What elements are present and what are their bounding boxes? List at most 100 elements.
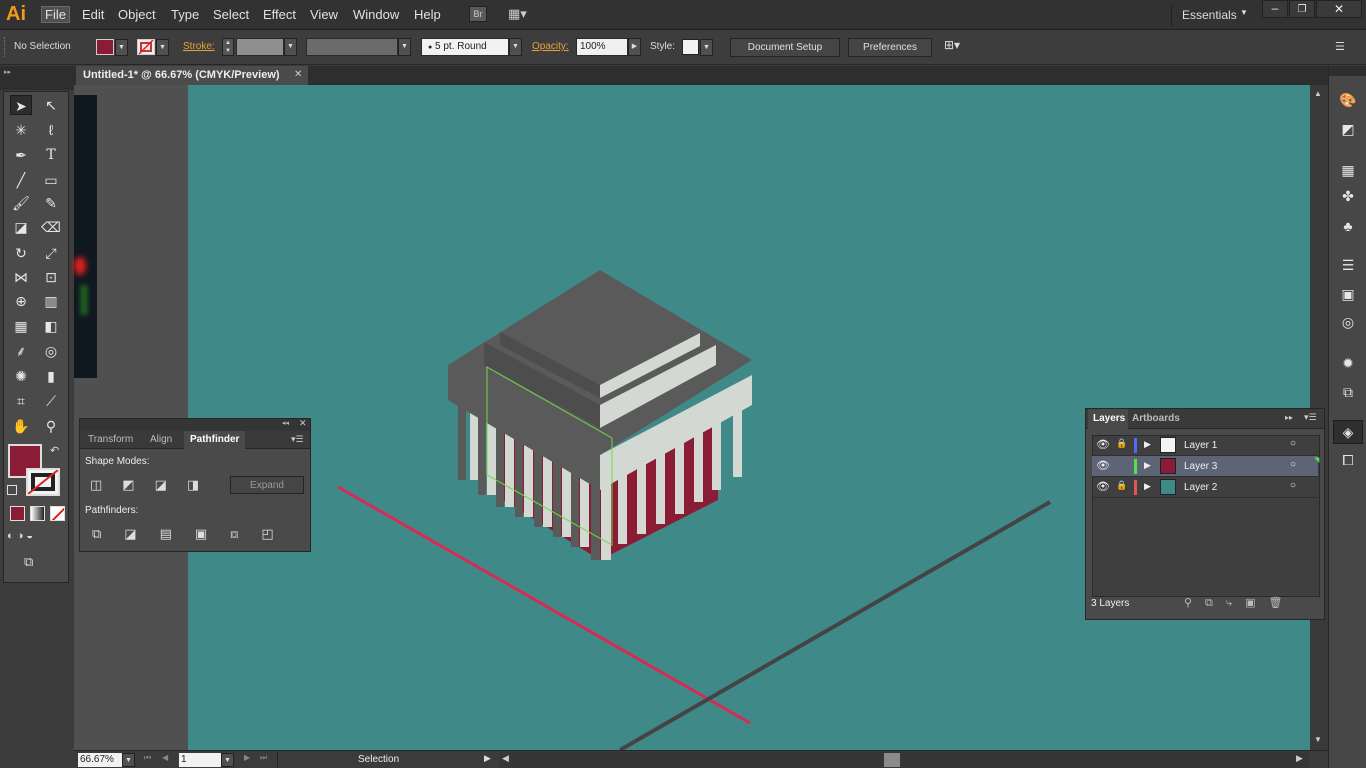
target-circle-icon[interactable]: ○ <box>1290 480 1296 491</box>
eyedropper-tool-icon[interactable]: ⸙ <box>10 341 32 361</box>
collapse-icon[interactable]: ▸▸ <box>1285 413 1293 422</box>
target-circle-icon[interactable]: ○ <box>1290 438 1296 449</box>
swatches-icon[interactable]: ▦ <box>1339 162 1357 178</box>
collapse-panel-icon[interactable]: ◂◂ <box>282 419 289 427</box>
bridge-button[interactable]: Br <box>469 6 487 22</box>
tab-artboards[interactable]: Artboards <box>1132 413 1180 424</box>
default-colors-icon[interactable] <box>7 485 17 495</box>
status-menu-icon[interactable]: ▶ <box>484 753 491 764</box>
gradient-panel-icon[interactable]: ▣ <box>1339 286 1357 302</box>
collapse-toolbox-icon[interactable]: ▸▸ <box>4 68 11 76</box>
visibility-eye-icon[interactable]: 👁 <box>1096 438 1110 451</box>
menu-edit[interactable]: Edit <box>82 7 104 22</box>
transparency-icon[interactable]: ◎ <box>1339 314 1357 330</box>
close-panel-icon[interactable]: ✕ <box>299 418 307 429</box>
selection-tool-icon[interactable]: ➤ <box>10 95 32 115</box>
close-window-button[interactable]: ✕ <box>1316 0 1362 18</box>
stroke-panel-icon[interactable]: ☰ <box>1339 257 1357 273</box>
layer-name[interactable]: Layer 1 <box>1184 440 1217 451</box>
none-mode-icon[interactable] <box>50 506 65 521</box>
color-icon[interactable]: ◩ <box>1339 121 1357 137</box>
arrange-documents-icon[interactable]: ▦▾ <box>508 6 536 22</box>
prev-artboard-icon[interactable]: ◀ <box>162 753 168 762</box>
lasso-tool-icon[interactable]: ℓ <box>40 120 62 140</box>
fill-dropdown[interactable]: ▼ <box>115 39 128 56</box>
swap-colors-icon[interactable]: ↶ <box>50 444 59 457</box>
profile-dropdown[interactable]: ▼ <box>398 38 411 56</box>
column-graph-tool-icon[interactable]: ▮ <box>40 366 62 386</box>
document-tab[interactable]: Untitled-1* @ 66.67% (CMYK/Preview) ✕ <box>76 66 308 85</box>
workspace-switcher[interactable]: Essentials <box>1182 8 1237 22</box>
gradient-tool-icon[interactable]: ◧ <box>40 316 62 336</box>
tab-pathfinder[interactable]: Pathfinder <box>184 431 246 449</box>
shape-builder-tool-icon[interactable]: ⊕ <box>10 291 32 311</box>
layers-menu-icon[interactable]: ▾☰ <box>1304 412 1317 423</box>
hand-tool-icon[interactable]: ✋ <box>10 416 32 436</box>
line-tool-icon[interactable]: ╱ <box>10 170 32 190</box>
width-tool-icon[interactable]: ⋈ <box>10 267 32 287</box>
free-transform-tool-icon[interactable]: ⊡ <box>40 267 62 287</box>
eraser-tool-icon[interactable]: ⌫ <box>40 217 62 237</box>
artboard-number-field[interactable]: 1 <box>179 753 221 767</box>
perspective-grid-tool-icon[interactable]: ▥ <box>40 291 62 311</box>
fill-swatch[interactable] <box>96 39 114 55</box>
stroke-color-box[interactable] <box>26 468 60 496</box>
expand-triangle-icon[interactable]: ▶ <box>1144 481 1151 492</box>
brush-dropdown[interactable]: ▼ <box>509 38 522 56</box>
menu-type[interactable]: Type <box>171 7 199 22</box>
layer-row[interactable]: 👁 🔒 ▶ Layer 1 ○ <box>1092 435 1318 456</box>
expand-button[interactable]: Expand <box>230 476 304 494</box>
slice-tool-icon[interactable]: ⟋ <box>40 391 62 411</box>
screen-mode-icon[interactable]: ⧉ <box>24 554 48 570</box>
mesh-tool-icon[interactable]: ▦ <box>10 316 32 336</box>
pencil-tool-icon[interactable]: ✎ <box>40 193 62 213</box>
gradient-mode-icon[interactable] <box>30 506 45 521</box>
visibility-eye-icon[interactable]: 👁 <box>1096 480 1110 493</box>
opacity-dropdown[interactable]: ▶ <box>628 38 641 56</box>
visibility-eye-icon[interactable]: 👁 <box>1096 459 1110 472</box>
align-options-icon[interactable]: ⊞▾ <box>944 38 974 56</box>
last-artboard-icon[interactable]: ⏭ <box>260 753 267 763</box>
rectangle-tool-icon[interactable]: ▭ <box>40 170 62 190</box>
document-setup-button[interactable]: Document Setup <box>730 38 840 57</box>
stroke-weight-field[interactable] <box>236 38 284 56</box>
control-menu-icon[interactable]: ☰ <box>1335 40 1345 53</box>
scale-tool-icon[interactable]: ⤢ <box>40 243 62 263</box>
paintbrush-tool-icon[interactable]: 🖌 <box>10 193 32 213</box>
appearance-icon[interactable]: ✹ <box>1339 355 1357 371</box>
color-guide-icon[interactable]: 🎨 <box>1339 92 1357 108</box>
pathfinder-buttons[interactable]: ⧉◪▤▣⧈◰ <box>92 526 297 542</box>
restore-button[interactable]: ❐ <box>1289 0 1315 18</box>
brush-definition[interactable]: ● 5 pt. Round <box>421 38 509 56</box>
preferences-button[interactable]: Preferences <box>848 38 932 57</box>
scroll-left-icon[interactable]: ◀ <box>502 753 509 764</box>
stroke-swatch[interactable] <box>137 39 155 55</box>
menu-object[interactable]: Object <box>118 7 156 22</box>
pen-tool-icon[interactable]: ✒ <box>10 145 32 165</box>
menu-view[interactable]: View <box>310 7 338 22</box>
draw-modes-icon[interactable]: ◐ ◑ ◒ <box>7 530 67 546</box>
scroll-thumb[interactable] <box>884 753 900 767</box>
magic-wand-tool-icon[interactable]: ✳ <box>10 120 32 140</box>
lock-icon[interactable]: 🔒 <box>1116 438 1127 449</box>
menu-window[interactable]: Window <box>353 7 399 22</box>
zoom-field[interactable]: 66.67% <box>78 753 122 767</box>
shape-mode-buttons[interactable]: ◫◩◪◨ <box>90 477 219 493</box>
expand-triangle-icon[interactable]: ▶ <box>1144 439 1151 450</box>
stroke-weight-stepper[interactable]: ▲ ▼ <box>222 38 234 56</box>
opacity-field[interactable]: 100% <box>576 38 628 56</box>
horizontal-scrollbar[interactable]: ◀ ▶ <box>499 752 1309 768</box>
target-circle-icon[interactable]: ○ <box>1290 459 1296 470</box>
scroll-down-icon[interactable]: ▼ <box>1314 735 1322 744</box>
style-dropdown[interactable]: ▼ <box>700 39 713 56</box>
blob-brush-tool-icon[interactable]: ◪ <box>10 217 32 237</box>
variable-width-profile[interactable] <box>306 38 398 56</box>
tab-align[interactable]: Align <box>144 431 178 449</box>
artboards-icon[interactable]: ⧠ <box>1339 452 1357 468</box>
next-artboard-icon[interactable]: ▶ <box>244 753 250 762</box>
menu-select[interactable]: Select <box>213 7 249 22</box>
zoom-tool-icon[interactable]: ⚲ <box>40 416 62 436</box>
graphic-styles-icon[interactable]: ⧉ <box>1339 384 1357 400</box>
lock-icon[interactable]: 🔒 <box>1116 480 1127 491</box>
tab-transform[interactable]: Transform <box>82 431 139 449</box>
